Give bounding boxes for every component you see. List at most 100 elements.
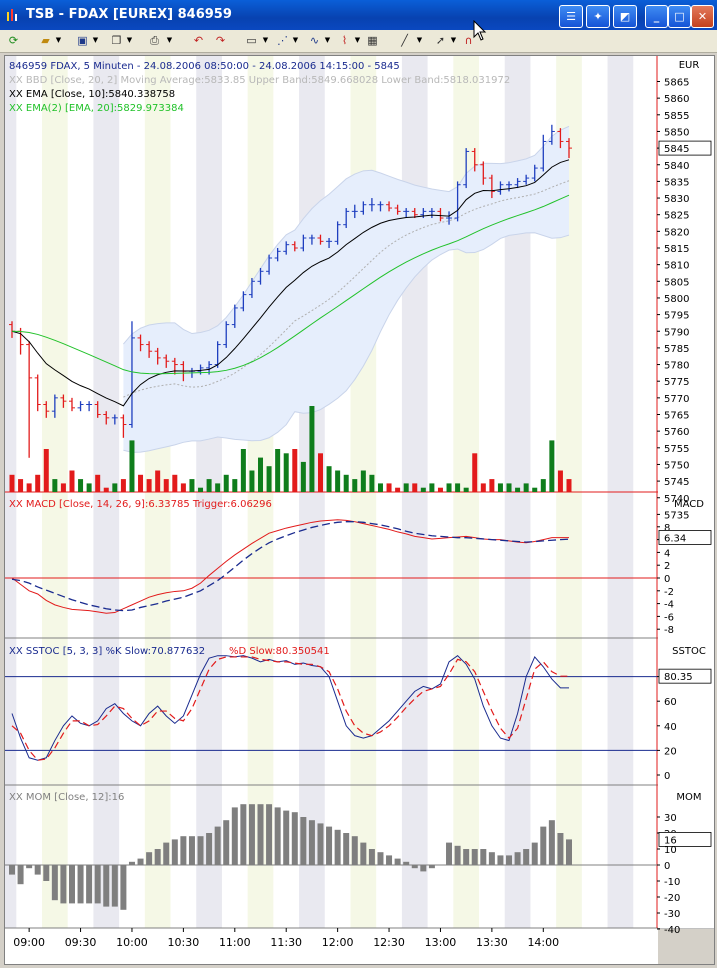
- volume-bar: [258, 457, 264, 492]
- price-axis-tick-label: 5855: [664, 111, 689, 122]
- volume-bar: [523, 483, 529, 492]
- mom-bar: [137, 858, 144, 865]
- volume-bar: [18, 479, 24, 492]
- mom-bar: [360, 842, 367, 865]
- chevron-down-icon[interactable]: ▼: [324, 33, 331, 48]
- mom-bar: [197, 836, 204, 865]
- price-axis-tick-label: 5765: [664, 411, 689, 422]
- chevron-down-icon[interactable]: ▼: [92, 33, 99, 48]
- volume-bar: [155, 470, 161, 492]
- volume-bar: [275, 449, 281, 492]
- volume-bar: [326, 466, 332, 492]
- open-folder-icon[interactable]: ▰: [37, 33, 54, 48]
- time-axis-label: 11:00: [219, 936, 251, 949]
- volume-bar: [120, 479, 126, 492]
- ema2-label: XX EMA(2) [EMA, 20]:5829.973384: [9, 103, 184, 114]
- mom-bar: [274, 807, 281, 865]
- mom-bar: [171, 839, 178, 865]
- volume-bar: [223, 474, 229, 492]
- volume-bar: [103, 487, 109, 492]
- minimize-button[interactable]: _: [645, 5, 668, 28]
- print-icon[interactable]: ⎙: [146, 33, 163, 48]
- volume-bar: [189, 479, 195, 492]
- volume-bar: [9, 474, 15, 492]
- bbd-label: XX BBD [Close, 20, 2] Moving Average:583…: [9, 75, 510, 86]
- volume-bar: [95, 474, 101, 492]
- volume-bar: [540, 479, 546, 492]
- mom-bar: [386, 855, 393, 865]
- chart-canvas[interactable]: 5865 5860 5855 5850 5845 5840 5835 5830 5825 5820…: [0, 56, 714, 965]
- mom-axis-tick-label: -40: [664, 925, 680, 936]
- chart-window[interactable]: 5865 5860 5855 5850 5845 5840 5835 5830 5825 5820…: [0, 55, 715, 965]
- volume-bar: [549, 440, 555, 492]
- volume-bar: [335, 470, 341, 492]
- mom-bar: [180, 836, 187, 865]
- volume-bar: [69, 470, 75, 492]
- mom-bar: [471, 849, 478, 865]
- back-icon[interactable]: ↶: [190, 33, 207, 48]
- mom-bar: [291, 812, 298, 865]
- mom-label: XX MOM [Close, 12]:16: [9, 792, 124, 803]
- mom-bar: [223, 820, 230, 865]
- pointer-icon[interactable]: ➚: [432, 33, 449, 48]
- mom-bar: [334, 829, 341, 865]
- chevron-down-icon[interactable]: ▼: [416, 33, 423, 48]
- mom-bar: [240, 804, 247, 865]
- mom-marker-label: 16: [664, 835, 677, 846]
- chevron-down-icon[interactable]: ▼: [126, 33, 133, 48]
- toolbar: ⟳ ▰ ▼ ▣ ▼ ❐ ▼ ⎙ ▼ ↶ ↷ ▭ ▼ ⋰ ▼ ∿ ▼ ⌇ ▼ ▦ …: [0, 30, 717, 53]
- mom-bar: [463, 849, 470, 865]
- sstoc-axis-tick-label: 40: [664, 722, 677, 733]
- mom-bar: [454, 845, 461, 865]
- chevron-down-icon[interactable]: ▼: [166, 33, 173, 48]
- mom-bar: [86, 865, 93, 904]
- price-axis-tick-label: 5780: [664, 361, 689, 372]
- mom-bar: [188, 836, 195, 865]
- mom-bar: [68, 865, 75, 904]
- mom-bar: [128, 861, 135, 865]
- overlay-icon[interactable]: ∿: [306, 33, 323, 48]
- mom-bar: [420, 865, 427, 872]
- sstoc-axis-tick-label: 0: [664, 771, 670, 782]
- mom-bar: [506, 855, 513, 865]
- price-axis-tick-label: 5745: [664, 477, 689, 488]
- refresh-icon[interactable]: ⟳: [5, 33, 22, 48]
- mom-bar: [146, 852, 153, 865]
- mom-bar: [531, 842, 538, 865]
- chevron-down-icon[interactable]: ▼: [450, 33, 457, 48]
- mom-bar: [17, 865, 24, 885]
- tile-icon[interactable]: ☰: [559, 5, 583, 28]
- volume-bar: [317, 453, 323, 492]
- time-axis-label: 14:00: [527, 936, 559, 949]
- settings-icon[interactable]: ✦: [586, 5, 610, 28]
- save-icon[interactable]: ▣: [74, 33, 91, 48]
- price-axis-tick-label: 5805: [664, 277, 689, 288]
- price-axis-tick-label: 5840: [664, 161, 689, 172]
- volume-bar: [138, 474, 144, 492]
- volume-bar: [557, 470, 563, 492]
- chart-type-icon[interactable]: ▭: [243, 33, 260, 48]
- macd-axis-tick-label: 2: [664, 561, 670, 572]
- mom-bar: [394, 858, 401, 865]
- indicator-icon[interactable]: ⋰: [274, 33, 291, 48]
- chevron-down-icon[interactable]: ▼: [262, 33, 269, 48]
- line-tool-icon[interactable]: ╱: [396, 33, 413, 48]
- title-bar[interactable]: TSB - FDAX [EUREX] 846959 ☰ ✦ ◩ _ □ ✕: [0, 0, 717, 30]
- copy-icon[interactable]: ❐: [108, 33, 125, 48]
- drawing-icon[interactable]: ⌇: [336, 33, 353, 48]
- forward-icon[interactable]: ↷: [212, 33, 229, 48]
- mom-bar: [43, 865, 50, 881]
- mom-bar: [231, 807, 238, 865]
- chart-window-icon[interactable]: ◩: [613, 5, 637, 28]
- maximize-button[interactable]: □: [668, 5, 691, 28]
- volume-bar: [129, 440, 135, 492]
- properties-icon[interactable]: ▦: [364, 33, 381, 48]
- time-axis-label: 10:00: [116, 936, 148, 949]
- mom-bar: [317, 823, 324, 865]
- chevron-down-icon[interactable]: ▼: [292, 33, 299, 48]
- close-button[interactable]: ✕: [691, 5, 714, 28]
- chevron-down-icon[interactable]: ▼: [55, 33, 62, 48]
- mom-bar: [377, 852, 384, 865]
- chevron-down-icon[interactable]: ▼: [354, 33, 361, 48]
- volume-bar: [300, 461, 306, 492]
